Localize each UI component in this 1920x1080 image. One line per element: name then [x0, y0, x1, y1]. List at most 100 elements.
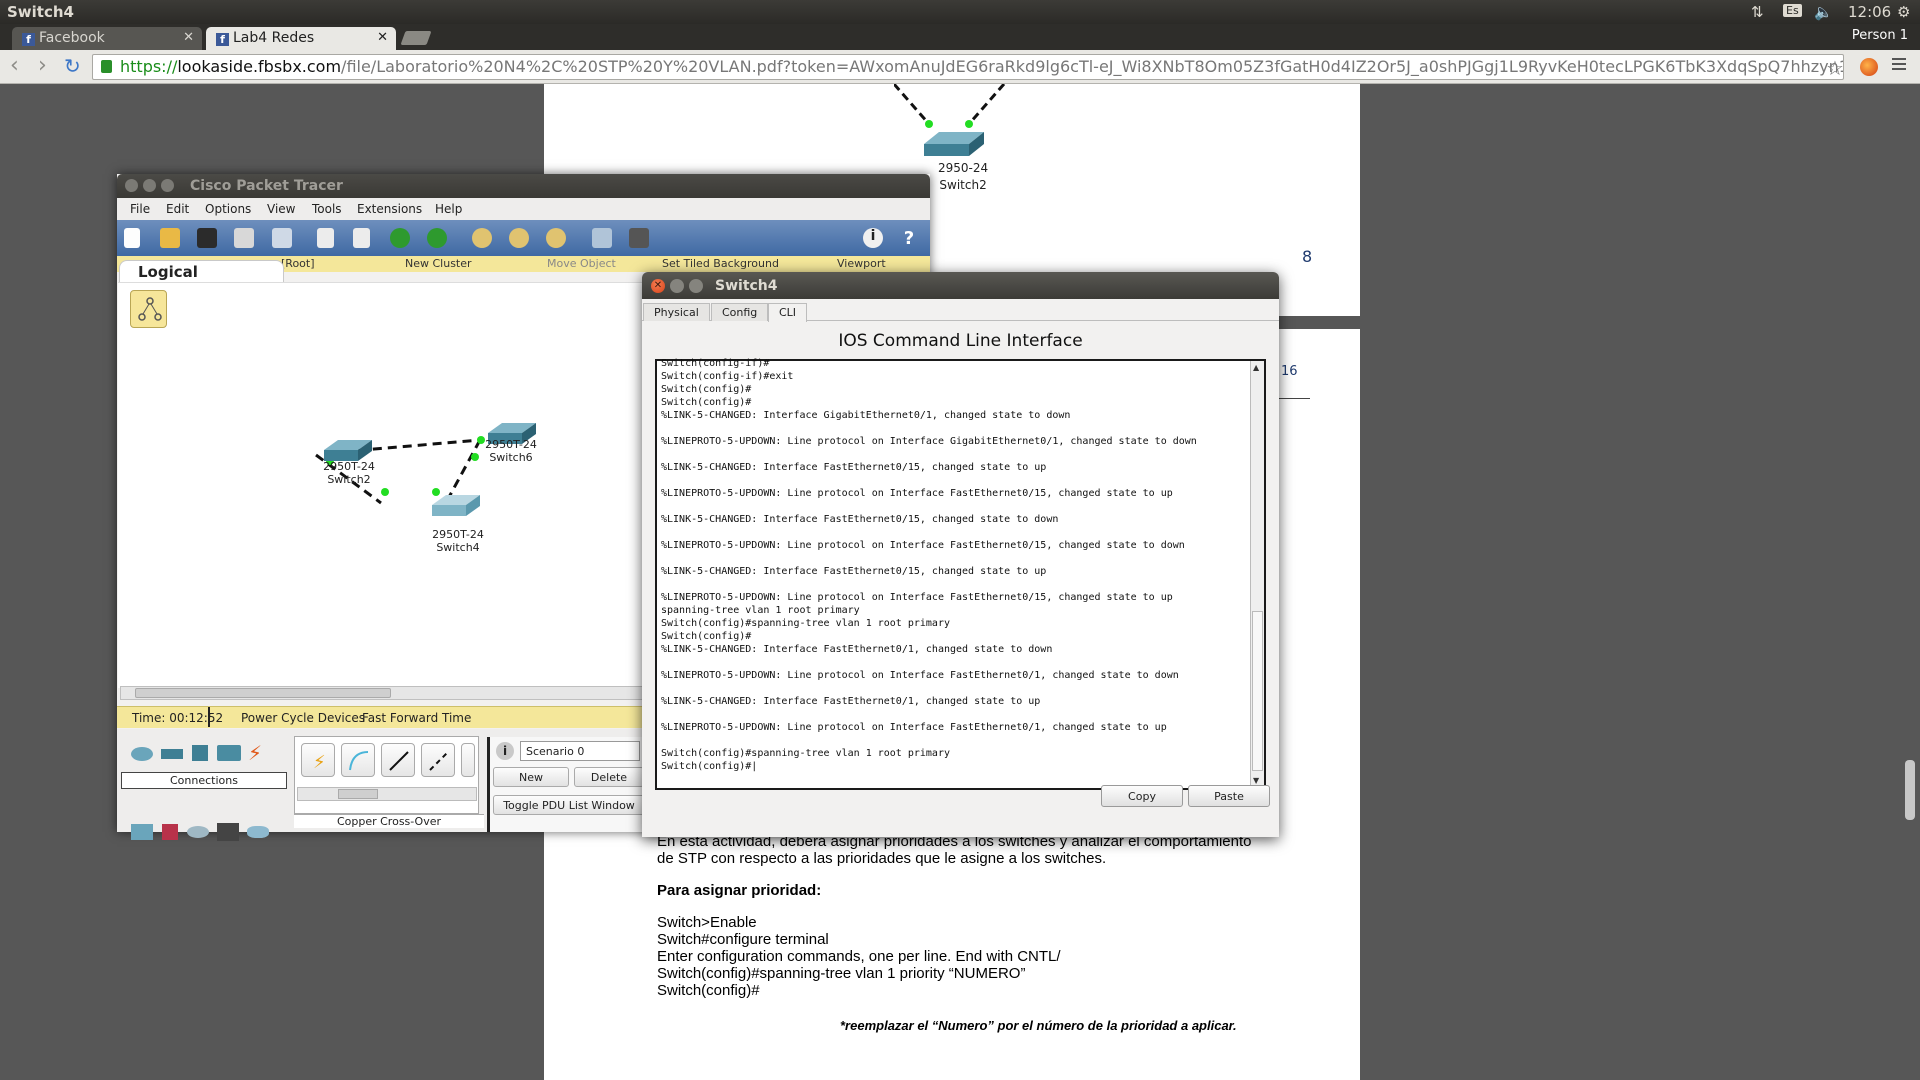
copy-icon[interactable]	[317, 228, 334, 248]
new-scenario-button[interactable]: New	[493, 767, 569, 787]
close-tab-icon[interactable]: ✕	[183, 30, 194, 45]
custom-devices-category-icon[interactable]	[217, 823, 239, 841]
tab-facebook[interactable]: f Facebook ✕	[12, 27, 202, 50]
bookmark-star-icon[interactable]: ☆	[1826, 56, 1844, 80]
security-category-icon[interactable]	[162, 824, 178, 840]
open-folder-icon[interactable]	[160, 228, 180, 248]
move-object-button[interactable]: Move Object	[547, 257, 616, 270]
routers-category-icon[interactable]	[131, 747, 153, 761]
maximize-icon[interactable]	[689, 279, 703, 293]
url-host: lookaside.fbsbx.com	[177, 57, 342, 76]
hubs-category-icon[interactable]	[192, 745, 208, 761]
tiled-background-button[interactable]: Set Tiled Background	[662, 257, 779, 270]
power-cycle-button[interactable]: Power Cycle Devices	[241, 711, 365, 725]
wan-emulation-category-icon[interactable]	[187, 826, 209, 838]
menu-help[interactable]: Help	[435, 202, 462, 216]
network-icon[interactable]: ⇅	[1751, 3, 1764, 21]
pt-titlebar[interactable]: Cisco Packet Tracer	[117, 174, 930, 198]
pdf-scrollbar[interactable]	[1905, 760, 1915, 820]
activity-wizard-icon[interactable]	[272, 228, 292, 248]
viewport-button[interactable]: Viewport	[837, 257, 886, 270]
maximize-icon[interactable]	[161, 179, 174, 192]
keyboard-layout-indicator[interactable]: Es	[1783, 4, 1802, 17]
redo-icon[interactable]	[427, 228, 447, 248]
fiber-cable-icon[interactable]	[461, 743, 475, 777]
device-model: 2950T-24	[432, 528, 484, 541]
cli-output[interactable]: Switch(config-if)# Switch(config-if)#exi…	[661, 357, 1251, 773]
switch2-icon	[324, 440, 372, 461]
tab-cli[interactable]: CLI	[768, 303, 808, 322]
fast-forward-button[interactable]: Fast Forward Time	[362, 711, 471, 725]
menu-options[interactable]: Options	[205, 202, 251, 216]
volume-muted-icon[interactable]: 🔈	[1814, 3, 1833, 21]
forward-icon[interactable]: ›	[38, 55, 47, 77]
root-button[interactable]: [Root]	[281, 257, 315, 270]
save-icon[interactable]	[197, 228, 217, 248]
menu-view[interactable]: View	[267, 202, 295, 216]
command-line: Switch>Enable	[657, 914, 757, 931]
minimize-icon[interactable]	[670, 279, 684, 293]
logical-view-icon[interactable]	[130, 290, 167, 328]
auto-connection-icon[interactable]: ⚡	[301, 743, 335, 777]
paste-icon[interactable]	[353, 228, 370, 248]
menu-edit[interactable]: Edit	[166, 202, 189, 216]
browser-menu-icon[interactable]	[1892, 58, 1906, 73]
copper-cross-over-icon[interactable]	[421, 743, 455, 777]
drawing-palette-icon[interactable]	[592, 228, 612, 248]
extension-icon[interactable]	[1860, 58, 1878, 76]
link-light-up	[432, 488, 440, 496]
menu-extensions[interactable]: Extensions	[357, 202, 422, 216]
facebook-icon: f	[22, 33, 35, 46]
multiuser-category-icon[interactable]	[247, 826, 269, 838]
new-cluster-button[interactable]: New Cluster	[405, 257, 472, 270]
cli-scrollbar[interactable]: ▲ ▼	[1250, 361, 1264, 788]
delete-scenario-button[interactable]: Delete	[574, 767, 644, 787]
copper-straight-through-icon[interactable]	[381, 743, 415, 777]
scroll-up-icon[interactable]: ▲	[1253, 363, 1259, 372]
custom-devices-icon[interactable]	[629, 228, 649, 248]
toggle-pdu-list-button[interactable]: Toggle PDU List Window	[493, 795, 645, 815]
connections-category-icon[interactable]: ⚡	[248, 741, 262, 765]
console-cable-icon[interactable]	[341, 743, 375, 777]
zoom-reset-icon[interactable]	[509, 228, 529, 248]
cli-titlebar[interactable]: ✕ Switch4	[642, 272, 1279, 299]
close-icon[interactable]: ✕	[651, 279, 665, 293]
close-icon[interactable]	[125, 179, 138, 192]
system-gear-icon[interactable]: ⚙	[1897, 3, 1910, 21]
paste-button[interactable]: Paste	[1188, 785, 1270, 807]
device-label-switch4: 2950T-24 Switch4	[423, 528, 493, 554]
switches-category-icon[interactable]	[161, 749, 183, 759]
tab-label: Facebook	[39, 30, 105, 46]
scenario-select[interactable]: Scenario 0	[520, 741, 640, 761]
back-icon[interactable]: ‹	[10, 55, 19, 77]
menu-file[interactable]: File	[130, 202, 150, 216]
tab-physical[interactable]: Physical	[643, 303, 710, 321]
tab-config[interactable]: Config	[711, 303, 769, 321]
tab-logical[interactable]: Logical	[119, 260, 284, 282]
scenario-info-icon[interactable]: i	[496, 742, 514, 760]
zoom-in-icon[interactable]	[472, 228, 492, 248]
minimize-icon[interactable]	[143, 179, 156, 192]
cable-scrollbar[interactable]	[297, 787, 477, 801]
undo-icon[interactable]	[390, 228, 410, 248]
new-tab-button[interactable]	[400, 31, 432, 45]
info-icon[interactable]: i	[863, 228, 883, 248]
close-tab-icon[interactable]: ✕	[377, 30, 388, 45]
logical-workspace-canvas[interactable]: 2950T-24 Switch2 2950T-24 Switch6 2950T-…	[118, 282, 648, 688]
zoom-out-icon[interactable]	[546, 228, 566, 248]
clock[interactable]: 12:06	[1848, 3, 1891, 21]
end-devices-category-icon[interactable]	[131, 824, 153, 840]
new-file-icon[interactable]	[124, 228, 140, 248]
canvas-horizontal-scrollbar[interactable]	[120, 686, 648, 700]
address-bar[interactable]: https://lookaside.fbsbx.com/file/Laborat…	[92, 54, 1844, 80]
cli-terminal[interactable]: Switch(config-if)# Switch(config-if)#exi…	[655, 357, 1266, 790]
scroll-down-icon[interactable]: ▼	[1253, 776, 1259, 785]
print-icon[interactable]	[234, 228, 254, 248]
help-icon[interactable]: ?	[899, 228, 919, 249]
menu-tools[interactable]: Tools	[312, 202, 342, 216]
copy-button[interactable]: Copy	[1101, 785, 1183, 807]
tab-lab4-redes[interactable]: f Lab4 Redes ✕	[206, 27, 396, 50]
wireless-category-icon[interactable]	[217, 745, 241, 761]
reload-icon[interactable]: ↻	[64, 56, 81, 76]
profile-button[interactable]: Person 1	[1852, 28, 1908, 43]
